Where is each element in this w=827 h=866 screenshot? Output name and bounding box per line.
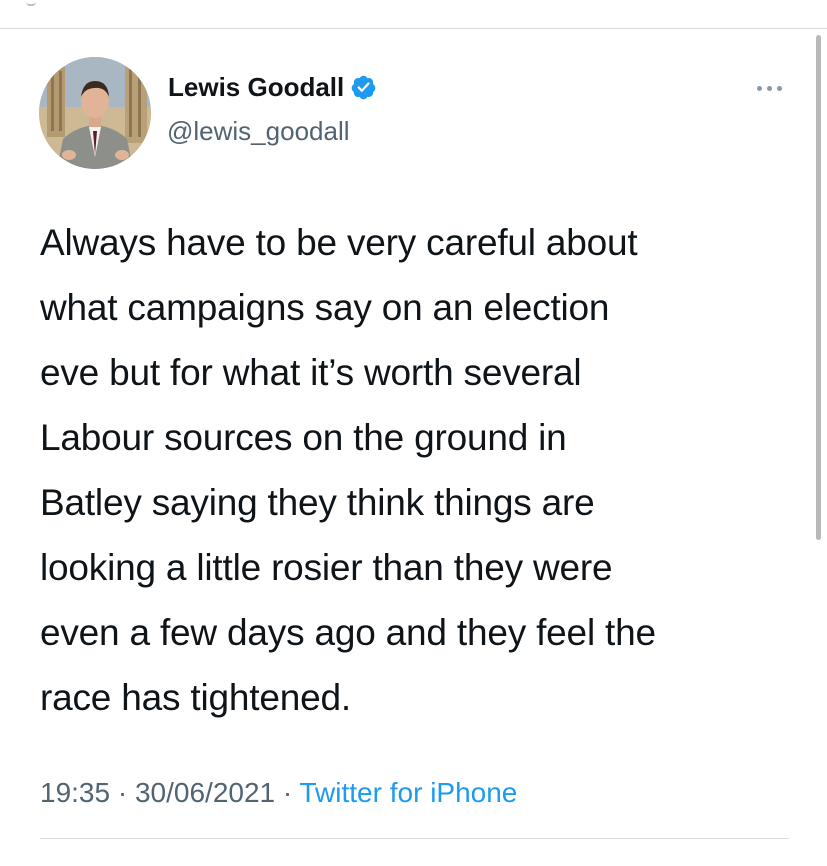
author-display-name[interactable]: Lewis Goodall — [168, 71, 344, 103]
more-dot — [756, 85, 762, 91]
tweet-source-link[interactable]: Twitter for iPhone — [300, 777, 518, 808]
avatar-photo — [39, 57, 151, 169]
more-options-icon[interactable] — [751, 80, 787, 96]
scrollbar[interactable] — [816, 35, 821, 540]
meta-separator: · — [282, 777, 293, 808]
tweet-text: Always have to be very careful about wha… — [40, 222, 656, 718]
more-dot — [766, 85, 772, 91]
bottom-divider — [40, 838, 789, 839]
verified-badge-icon — [350, 74, 377, 101]
meta-separator: · — [117, 777, 128, 808]
more-dot — [776, 85, 782, 91]
author-display-name-row[interactable]: Lewis Goodall — [168, 71, 377, 103]
tweet-time[interactable]: 19:35 — [40, 777, 110, 808]
avatar[interactable] — [39, 57, 151, 169]
tweet-date[interactable]: 30/06/2021 — [135, 777, 275, 808]
top-divider — [0, 28, 827, 29]
top-edge-fragment — [26, 0, 36, 6]
author-handle[interactable]: @lewis_goodall — [167, 115, 350, 147]
tweet-metadata: 19:35 · 30/06/2021 · Twitter for iPhone — [40, 773, 517, 813]
